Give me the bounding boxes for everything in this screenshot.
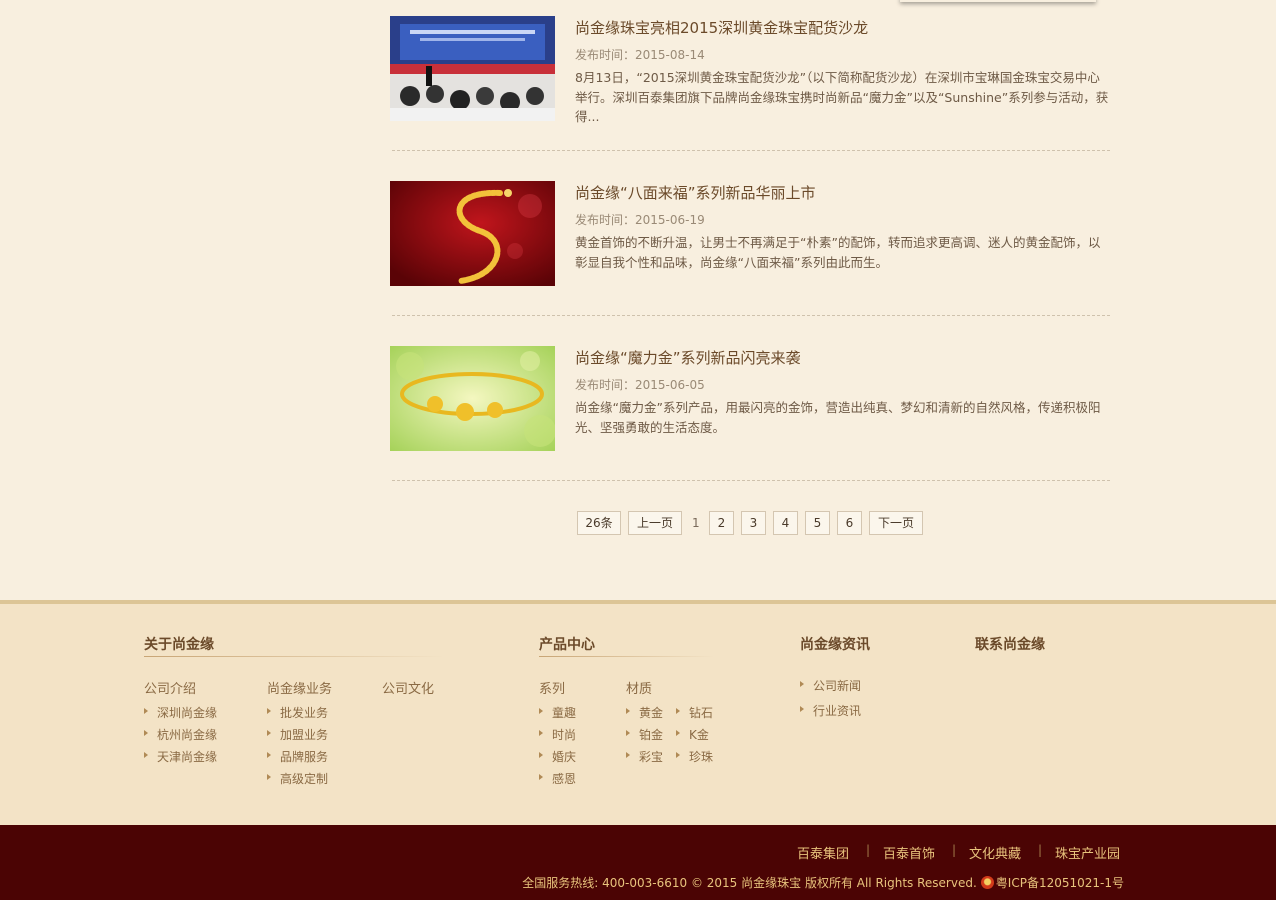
footer-title-underline <box>539 656 714 657</box>
news-divider <box>392 315 1110 316</box>
news-date: 发布时间：2015-06-05 <box>575 378 705 392</box>
pagination-total: 26条 <box>577 511 621 535</box>
news-summary: 黄金首饰的不断升温，让男士不再满足于“朴素”的配饰，转而追求更高调、迷人的黄金配… <box>575 235 1101 270</box>
footer-bottom-bar: 百泰集团 | 百泰首饰 | 文化典藏 | 珠宝产业园 全国服务热线: 400-0… <box>0 825 1276 900</box>
arrow-right-icon <box>676 752 680 758</box>
footer-link[interactable]: 婚庆 <box>539 748 576 765</box>
footer-about-title[interactable]: 关于尚金缘 <box>144 634 214 654</box>
footer-link[interactable]: 公司新闻 <box>800 677 861 694</box>
footer-link[interactable]: 行业资讯 <box>800 702 861 719</box>
footer-link[interactable]: 杭州尚金缘 <box>144 726 217 743</box>
footer-link[interactable]: 黄金 <box>626 704 663 721</box>
news-thumbnail-necklace[interactable] <box>390 181 555 286</box>
arrow-right-icon <box>626 708 630 714</box>
footer-link[interactable]: 深圳尚金缘 <box>144 704 217 721</box>
footer-separator: | <box>1038 843 1043 857</box>
copyright: 全国服务热线: 400-003-6610 © 2015 尚金缘珠宝 版权所有 A… <box>522 874 1124 891</box>
footer-partner-link[interactable]: 百泰集团 <box>797 843 849 862</box>
arrow-right-icon <box>626 752 630 758</box>
footer-contact-title[interactable]: 联系尚金缘 <box>975 634 1045 654</box>
footer-link[interactable]: 品牌服务 <box>267 748 328 765</box>
footer-partner-link[interactable]: 文化典藏 <box>969 843 1021 862</box>
arrow-right-icon <box>676 708 680 714</box>
arrow-right-icon <box>267 752 271 758</box>
page-link[interactable]: 3 <box>741 511 766 535</box>
footer-separator: | <box>952 843 957 857</box>
copyright-text: 全国服务热线: 400-003-6610 © 2015 尚金缘珠宝 版权所有 A… <box>522 876 977 890</box>
dropdown-shadow-edge <box>900 0 1096 2</box>
news-thumbnail-salon[interactable] <box>390 16 555 121</box>
arrow-right-icon <box>267 774 271 780</box>
news-date: 发布时间：2015-08-14 <box>575 48 705 62</box>
police-badge-icon <box>980 876 994 889</box>
footer-partner-link[interactable]: 珠宝产业园 <box>1055 843 1120 862</box>
news-item[interactable]: 尚金缘珠宝亮相2015深圳黄金珠宝配货沙龙 发布时间：2015-08-14 8月… <box>390 16 1110 124</box>
footer-link[interactable]: 时尚 <box>539 726 576 743</box>
footer-link[interactable]: 珍珠 <box>676 748 713 765</box>
news-title[interactable]: 尚金缘“八面来福”系列新品华丽上市 <box>575 182 816 203</box>
footer-link[interactable]: K金 <box>676 726 709 743</box>
footer-company-intro[interactable]: 公司介绍 <box>144 678 196 697</box>
footer-link[interactable]: 加盟业务 <box>267 726 328 743</box>
arrow-right-icon <box>539 708 543 714</box>
footer-link[interactable]: 童趣 <box>539 704 576 721</box>
news-divider <box>392 480 1110 481</box>
page-link[interactable]: 2 <box>709 511 734 535</box>
news-date: 发布时间：2015-06-19 <box>575 213 705 227</box>
icp-link[interactable]: 粤ICP备12051021-1号 <box>996 876 1124 890</box>
arrow-right-icon <box>144 752 148 758</box>
arrow-right-icon <box>539 752 543 758</box>
footer-link[interactable]: 天津尚金缘 <box>144 748 217 765</box>
footer-link[interactable]: 高级定制 <box>267 770 328 787</box>
footer-link[interactable]: 彩宝 <box>626 748 663 765</box>
next-page-button[interactable]: 下一页 <box>869 511 923 535</box>
footer-title-underline <box>144 656 444 657</box>
arrow-right-icon <box>800 706 804 712</box>
footer-link[interactable]: 批发业务 <box>267 704 328 721</box>
news-title[interactable]: 尚金缘“魔力金”系列新品闪亮来袭 <box>575 347 801 368</box>
news-divider <box>392 150 1110 151</box>
footer-sitemap: 关于尚金缘 公司介绍 深圳尚金缘 杭州尚金缘 天津尚金缘 尚金缘业务 批发业务 … <box>0 600 1276 825</box>
page-link[interactable]: 5 <box>805 511 830 535</box>
page-link[interactable]: 4 <box>773 511 798 535</box>
prev-page-button[interactable]: 上一页 <box>628 511 682 535</box>
arrow-right-icon <box>626 730 630 736</box>
news-title[interactable]: 尚金缘珠宝亮相2015深圳黄金珠宝配货沙龙 <box>575 17 868 38</box>
arrow-right-icon <box>144 708 148 714</box>
current-page: 1 <box>692 516 700 530</box>
footer-culture[interactable]: 公司文化 <box>382 678 434 697</box>
footer-material[interactable]: 材质 <box>626 678 652 697</box>
news-item[interactable]: 尚金缘“魔力金”系列新品闪亮来袭 发布时间：2015-06-05 尚金缘“魔力金… <box>390 346 1110 452</box>
news-summary: 尚金缘“魔力金”系列产品，用最闪亮的金饰，营造出纯真、梦幻和清新的自然风格，传递… <box>575 400 1101 435</box>
footer-separator: | <box>866 843 871 857</box>
arrow-right-icon <box>539 774 543 780</box>
arrow-right-icon <box>267 730 271 736</box>
news-summary: 8月13日，“2015深圳黄金珠宝配货沙龙”（以下简称配货沙龙）在深圳市宝琳国金… <box>575 70 1109 124</box>
arrow-right-icon <box>144 730 148 736</box>
footer-products-title[interactable]: 产品中心 <box>539 634 595 654</box>
arrow-right-icon <box>676 730 680 736</box>
news-item[interactable]: 尚金缘“八面来福”系列新品华丽上市 发布时间：2015-06-19 黄金首饰的不… <box>390 181 1110 287</box>
news-thumbnail-bracelet[interactable] <box>390 346 555 451</box>
arrow-right-icon <box>800 681 804 687</box>
footer-news-title[interactable]: 尚金缘资讯 <box>800 634 870 654</box>
footer-business[interactable]: 尚金缘业务 <box>267 678 332 697</box>
arrow-right-icon <box>267 708 271 714</box>
arrow-right-icon <box>539 730 543 736</box>
footer-link[interactable]: 感恩 <box>539 770 576 787</box>
footer-partner-link[interactable]: 百泰首饰 <box>883 843 935 862</box>
footer-link[interactable]: 钻石 <box>676 704 713 721</box>
footer-series[interactable]: 系列 <box>539 678 565 697</box>
page-link[interactable]: 6 <box>837 511 862 535</box>
footer-link[interactable]: 铂金 <box>626 726 663 743</box>
